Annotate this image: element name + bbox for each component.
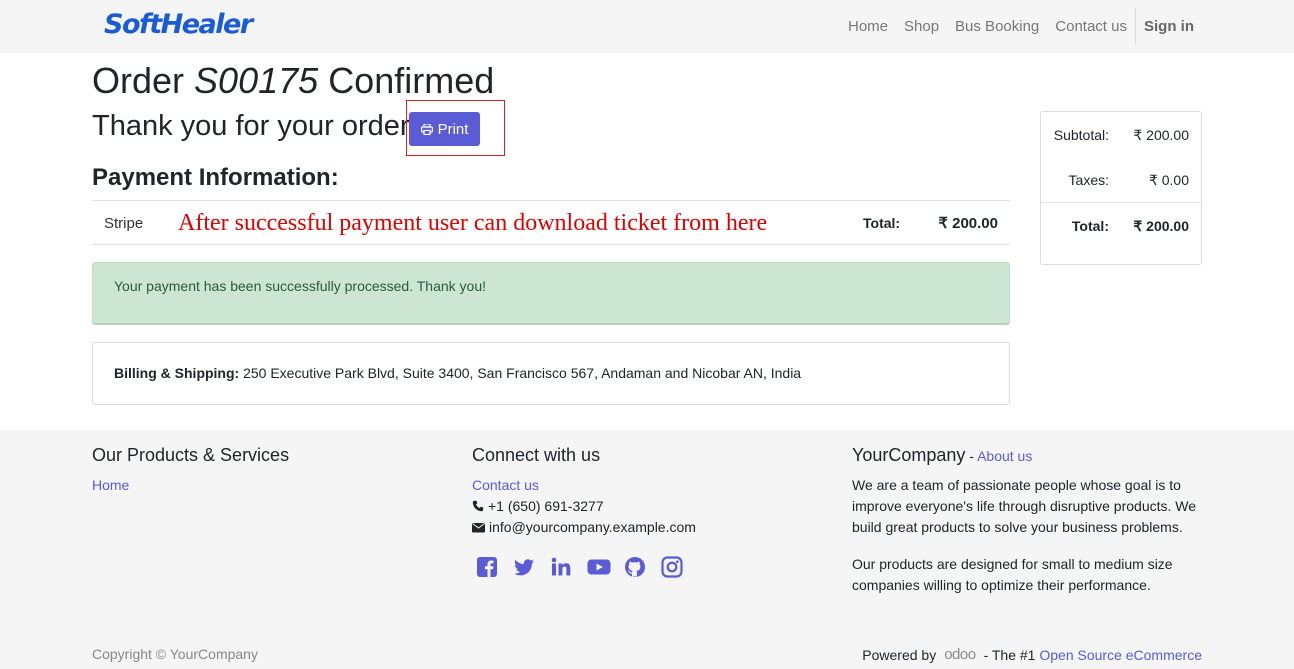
total-label: Total: xyxy=(1071,218,1109,234)
billing-label: Billing & Shipping: xyxy=(114,365,240,381)
nav-home[interactable]: Home xyxy=(848,18,888,35)
payment-total-label: Total: xyxy=(863,215,901,231)
order-number: S00175 xyxy=(194,60,319,101)
subtotal-value: ₹ 200.00 xyxy=(1133,127,1189,143)
footer-phone-line: +1 (650) 691-3277 xyxy=(472,498,604,514)
powered-by: Powered by odoo - The #1 Open Source eCo… xyxy=(862,646,1202,663)
footer-company-name: YourCompany xyxy=(852,445,966,465)
thank-you-row: Thank you for your order. xyxy=(92,110,416,143)
phone-icon xyxy=(472,500,484,512)
nav-bus-booking[interactable]: Bus Booking xyxy=(955,18,1039,35)
billing-address: 250 Executive Park Blvd, Suite 3400, San… xyxy=(243,365,802,381)
title-suffix: Confirmed xyxy=(328,60,495,101)
payment-total-value: ₹ 200.00 xyxy=(938,215,998,232)
billing-card: Billing & Shipping: 250 Executive Park B… xyxy=(92,342,1010,405)
footer-company-dash: - xyxy=(965,448,978,464)
success-alert: Your payment has been successfully proce… xyxy=(92,262,1010,325)
social-icons xyxy=(476,556,698,578)
facebook-icon[interactable] xyxy=(476,556,498,578)
softhealer-logo[interactable]: SoftHealer xyxy=(104,9,253,40)
footer-email: info@yourcompany.example.com xyxy=(489,519,696,535)
page-title: Order S00175 Confirmed xyxy=(92,60,494,102)
nav-links: Home Shop Bus Booking Contact us Sign in xyxy=(832,0,1194,53)
footer-phone: +1 (650) 691-3277 xyxy=(488,498,604,514)
footer-products-heading: Our Products & Services xyxy=(92,445,290,465)
twitter-icon[interactable] xyxy=(513,556,535,578)
order-summary-card: Subtotal: ₹ 200.00 Taxes: ₹ 0.00 Total: … xyxy=(1040,111,1202,265)
footer-home-line: Home xyxy=(92,477,129,493)
summary-divider xyxy=(1041,202,1201,203)
powered-by-label: Powered by xyxy=(862,646,937,663)
taxes-label: Taxes: xyxy=(1068,172,1109,188)
title-prefix: Order xyxy=(92,60,185,101)
payment-heading: Payment Information: xyxy=(92,164,339,191)
alert-message: Your payment has been successfully proce… xyxy=(114,278,486,294)
nav-shop[interactable]: Shop xyxy=(904,18,939,35)
footer-email-line: info@yourcompany.example.com xyxy=(472,519,696,535)
copyright-text: Copyright © YourCompany xyxy=(92,646,258,662)
linkedin-icon[interactable] xyxy=(550,556,572,578)
subtotal-label: Subtotal: xyxy=(1053,127,1109,143)
nav-divider xyxy=(1135,8,1136,45)
footer: Our Products & Services Home Connect wit… xyxy=(0,430,1294,669)
total-value: ₹ 200.00 xyxy=(1133,218,1189,234)
youtube-icon[interactable] xyxy=(587,556,611,578)
footer-contact-line: Contact us xyxy=(472,477,539,493)
github-icon[interactable] xyxy=(624,556,646,578)
footer-about-para2: Our products are designed for small to m… xyxy=(852,556,1173,593)
payment-row: Stripe After successful payment user can… xyxy=(92,200,1010,245)
open-source-ecommerce-link[interactable]: Open Source eCommerce xyxy=(1039,647,1202,663)
powered-tagline: - The #1 xyxy=(983,646,1036,663)
footer-connect-heading: Connect with us xyxy=(472,445,601,465)
about-us-link[interactable]: About us xyxy=(977,448,1032,464)
payment-method: Stripe xyxy=(104,215,144,232)
navbar: SoftHealer Home Shop Bus Booking Contact… xyxy=(0,0,1294,53)
footer-company-heading: YourCompany - About us xyxy=(852,445,1032,466)
printer-icon xyxy=(420,123,433,135)
nav-contact-us[interactable]: Contact us xyxy=(1055,18,1127,35)
footer-about-para1: We are a team of passionate people whose… xyxy=(852,477,1197,535)
print-button[interactable]: Print xyxy=(409,112,480,146)
sign-in-link[interactable]: Sign in xyxy=(1144,18,1194,35)
footer-contact-link[interactable]: Contact us xyxy=(472,477,539,493)
print-label: Print xyxy=(437,120,469,138)
odoo-logo[interactable]: odoo xyxy=(944,646,976,663)
taxes-value: ₹ 0.00 xyxy=(1148,172,1189,188)
thank-you-text: Thank you for your order. xyxy=(92,110,416,142)
footer-home-link[interactable]: Home xyxy=(92,477,129,493)
envelope-icon xyxy=(472,522,485,532)
instagram-icon[interactable] xyxy=(661,556,683,578)
annotation-text: After successful payment user can downlo… xyxy=(178,210,768,236)
billing-text: Billing & Shipping: 250 Executive Park B… xyxy=(114,365,801,381)
